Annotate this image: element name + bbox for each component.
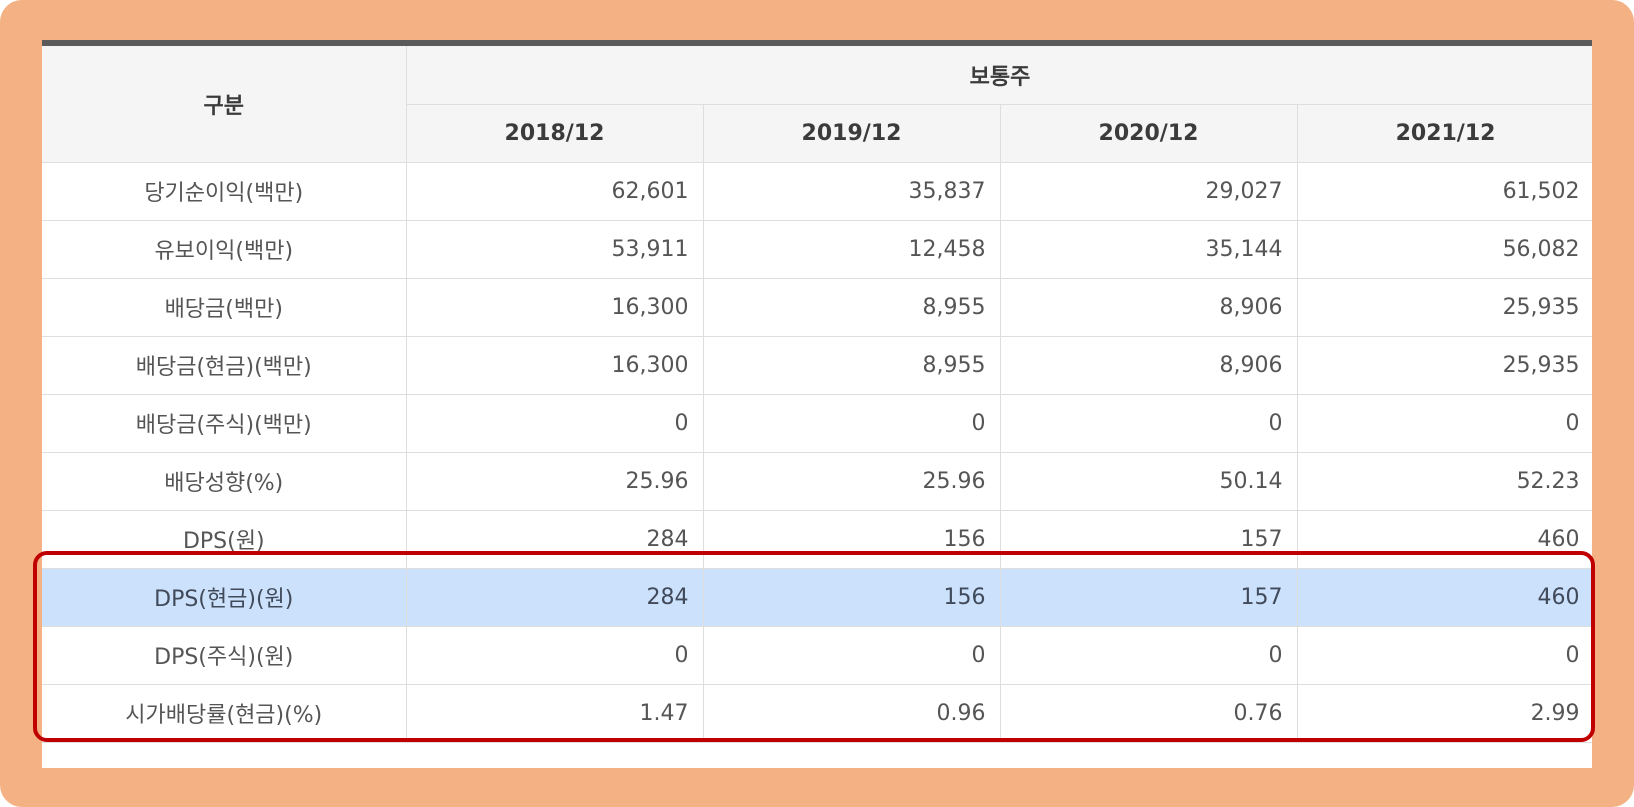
corner-header: 구분 — [42, 46, 407, 163]
table-cell: 35,837 — [702, 161, 1001, 221]
dividend-table-panel: 구분 보통주 2018/12 2019/12 2020/12 2021/12 당… — [42, 40, 1592, 768]
table-cell: 0 — [1296, 393, 1592, 453]
row-label: DPS(현금)(원) — [42, 567, 407, 627]
table-row-highlighted: DPS(현금)(원) 284 156 157 460 — [42, 567, 1592, 627]
table-cell: 0 — [702, 393, 1001, 453]
table-cell: 0.96 — [702, 683, 1001, 743]
year-header: 2019/12 — [702, 103, 1001, 163]
table-cell: 284 — [405, 567, 704, 627]
row-label: 시가배당률(현금)(%) — [42, 683, 407, 743]
table-cell: 8,955 — [702, 335, 1001, 395]
table-cell: 8,906 — [999, 277, 1298, 337]
table-cell: 25.96 — [405, 451, 704, 511]
table-cell: 157 — [999, 567, 1298, 627]
table-row: 배당금(현금)(백만) 16,300 8,955 8,906 25,935 — [42, 335, 1592, 395]
table-row: 배당금(백만) 16,300 8,955 8,906 25,935 — [42, 277, 1592, 337]
table-cell: 61,502 — [1296, 161, 1592, 221]
table-row: DPS(원) 284 156 157 460 — [42, 509, 1592, 569]
table-cell: 16,300 — [405, 335, 704, 395]
table-row: 시가배당률(현금)(%) 1.47 0.96 0.76 2.99 — [42, 683, 1592, 743]
table-cell: 50.14 — [999, 451, 1298, 511]
table-cell: 2.99 — [1296, 683, 1592, 743]
row-label: 유보이익(백만) — [42, 219, 407, 279]
row-label: 배당금(현금)(백만) — [42, 335, 407, 395]
table-cell: 35,144 — [999, 219, 1298, 279]
table-cell: 156 — [702, 567, 1001, 627]
table-cell: 25,935 — [1296, 277, 1592, 337]
table-cell: 0 — [405, 625, 704, 685]
table-cell: 8,955 — [702, 277, 1001, 337]
row-label: 배당금(백만) — [42, 277, 407, 337]
header-row-group: 구분 보통주 — [42, 46, 1592, 163]
table-cell: 460 — [1296, 567, 1592, 627]
year-header: 2021/12 — [1296, 103, 1592, 163]
row-label: DPS(주식)(원) — [42, 625, 407, 685]
group-header-common-stock: 보통주 — [405, 46, 1592, 105]
table-cell: 0 — [405, 393, 704, 453]
row-label: 배당금(주식)(백만) — [42, 393, 407, 453]
table-cell: 16,300 — [405, 277, 704, 337]
table-cell: 25.96 — [702, 451, 1001, 511]
table-cell: 12,458 — [702, 219, 1001, 279]
table-cell: 53,911 — [405, 219, 704, 279]
row-label: 배당성향(%) — [42, 451, 407, 511]
table-cell: 284 — [405, 509, 704, 569]
table-cell: 156 — [702, 509, 1001, 569]
table-cell: 25,935 — [1296, 335, 1592, 395]
table-cell: 62,601 — [405, 161, 704, 221]
table-cell: 0 — [1296, 625, 1592, 685]
table-row: DPS(주식)(원) 0 0 0 0 — [42, 625, 1592, 685]
table-cell: 29,027 — [999, 161, 1298, 221]
dividend-table: 구분 보통주 2018/12 2019/12 2020/12 2021/12 당… — [42, 46, 1592, 743]
year-header: 2020/12 — [999, 103, 1298, 163]
table-cell: 56,082 — [1296, 219, 1592, 279]
table-cell: 0 — [999, 393, 1298, 453]
table-cell: 0.76 — [999, 683, 1298, 743]
row-label: 당기순이익(백만) — [42, 161, 407, 221]
table-cell: 8,906 — [999, 335, 1298, 395]
row-label: DPS(원) — [42, 509, 407, 569]
table-cell: 1.47 — [405, 683, 704, 743]
table-row: 배당성향(%) 25.96 25.96 50.14 52.23 — [42, 451, 1592, 511]
table-cell: 460 — [1296, 509, 1592, 569]
year-header: 2018/12 — [406, 103, 704, 163]
table-row: 당기순이익(백만) 62,601 35,837 29,027 61,502 — [42, 161, 1592, 221]
table-row: 유보이익(백만) 53,911 12,458 35,144 56,082 — [42, 219, 1592, 279]
table-cell: 0 — [999, 625, 1298, 685]
table-cell: 157 — [999, 509, 1298, 569]
screenshot-frame: 구분 보통주 2018/12 2019/12 2020/12 2021/12 당… — [0, 0, 1634, 807]
table-cell: 0 — [702, 625, 1001, 685]
table-row: 배당금(주식)(백만) 0 0 0 0 — [42, 393, 1592, 453]
table-cell: 52.23 — [1296, 451, 1592, 511]
